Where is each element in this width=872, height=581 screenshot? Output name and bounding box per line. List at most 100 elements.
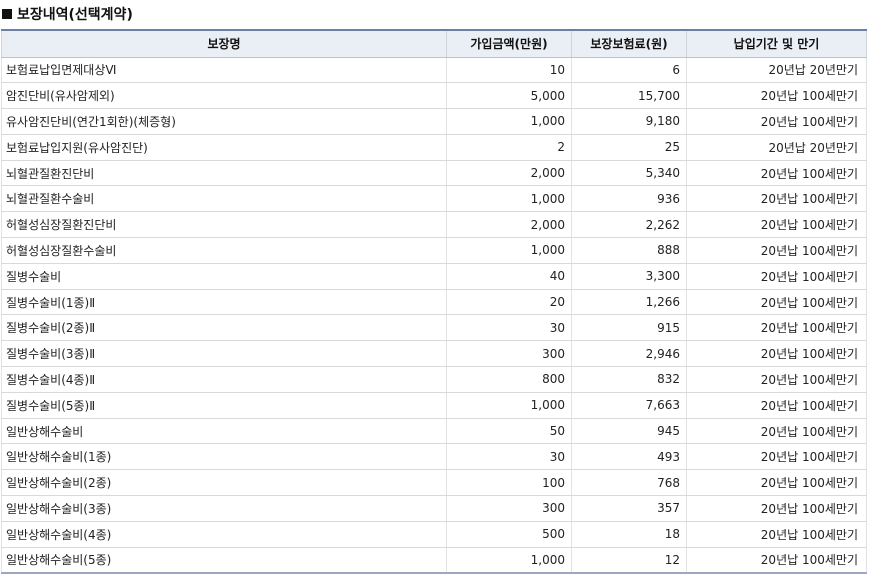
cell-premium: 2,262	[571, 211, 687, 239]
table-row: 암진단비(유사암제외) 5,000 15,700 20년납 100세만기	[1, 82, 867, 110]
cell-premium: 915	[571, 314, 687, 342]
cell-premium: 15,700	[571, 82, 687, 110]
cell-payment-term: 20년납 100세만기	[686, 366, 867, 393]
cell-premium: 12	[571, 547, 687, 574]
cell-premium: 7,663	[571, 392, 687, 419]
cell-premium: 9,180	[571, 108, 687, 135]
table-row: 질병수술비(2종)Ⅱ 30 915 20년납 100세만기	[1, 314, 867, 342]
cell-payment-term: 20년납 20년만기	[686, 134, 867, 161]
cell-insured-amount: 500	[446, 521, 572, 548]
cell-premium: 357	[571, 495, 687, 522]
cell-coverage-name: 질병수술비(1종)Ⅱ	[1, 289, 447, 316]
cell-coverage-name: 일반상해수술비(4종)	[1, 521, 447, 548]
table-row: 일반상해수술비(4종) 500 18 20년납 100세만기	[1, 521, 867, 548]
cell-premium: 945	[571, 418, 687, 445]
cell-premium: 5,340	[571, 160, 687, 187]
cell-insured-amount: 2,000	[446, 160, 572, 187]
cell-coverage-name: 질병수술비	[1, 263, 447, 290]
cell-payment-term: 20년납 100세만기	[686, 469, 867, 497]
cell-insured-amount: 1,000	[446, 547, 572, 574]
cell-payment-term: 20년납 100세만기	[686, 82, 867, 110]
table-row: 보험료납입지원(유사암진단) 2 25 20년납 20년만기	[1, 134, 867, 161]
table-row: 일반상해수술비 50 945 20년납 100세만기	[1, 418, 867, 445]
cell-payment-term: 20년납 100세만기	[686, 263, 867, 290]
cell-coverage-name: 뇌혈관질환수술비	[1, 185, 447, 213]
header-payment-term: 납입기간 및 만기	[686, 29, 867, 58]
cell-coverage-name: 일반상해수술비(1종)	[1, 443, 447, 471]
cell-payment-term: 20년납 100세만기	[686, 314, 867, 342]
cell-insured-amount: 1,000	[446, 392, 572, 419]
cell-insured-amount: 10	[446, 57, 572, 84]
cell-payment-term: 20년납 100세만기	[686, 392, 867, 419]
table-row: 질병수술비(1종)Ⅱ 20 1,266 20년납 100세만기	[1, 289, 867, 316]
cell-premium: 1,266	[571, 289, 687, 316]
table-row: 뇌혈관질환수술비 1,000 936 20년납 100세만기	[1, 185, 867, 213]
cell-coverage-name: 허혈성심장질환진단비	[1, 211, 447, 239]
cell-premium: 25	[571, 134, 687, 161]
cell-coverage-name: 일반상해수술비(5종)	[1, 547, 447, 574]
cell-insured-amount: 2,000	[446, 211, 572, 239]
cell-premium: 936	[571, 185, 687, 213]
cell-insured-amount: 30	[446, 314, 572, 342]
cell-insured-amount: 20	[446, 289, 572, 316]
cell-insured-amount: 300	[446, 340, 572, 368]
cell-insured-amount: 50	[446, 418, 572, 445]
table-row: 일반상해수술비(3종) 300 357 20년납 100세만기	[1, 495, 867, 522]
header-coverage-name: 보장명	[1, 29, 447, 58]
table-row: 질병수술비(3종)Ⅱ 300 2,946 20년납 100세만기	[1, 340, 867, 368]
cell-premium: 832	[571, 366, 687, 393]
cell-payment-term: 20년납 100세만기	[686, 108, 867, 135]
cell-coverage-name: 보험료납입지원(유사암진단)	[1, 134, 447, 161]
cell-premium: 2,946	[571, 340, 687, 368]
cell-payment-term: 20년납 100세만기	[686, 443, 867, 471]
cell-insured-amount: 800	[446, 366, 572, 393]
cell-payment-term: 20년납 20년만기	[686, 57, 867, 84]
cell-insured-amount: 1,000	[446, 185, 572, 213]
cell-coverage-name: 질병수술비(5종)Ⅱ	[1, 392, 447, 419]
cell-coverage-name: 허혈성심장질환수술비	[1, 237, 447, 264]
cell-insured-amount: 1,000	[446, 237, 572, 264]
coverage-table: 보장명 가입금액(만원) 보장보험료(원) 납입기간 및 만기 보험료납입면제대…	[1, 29, 867, 574]
table-row: 일반상해수술비(1종) 30 493 20년납 100세만기	[1, 443, 867, 471]
cell-insured-amount: 300	[446, 495, 572, 522]
table-row: 일반상해수술비(5종) 1,000 12 20년납 100세만기	[1, 547, 867, 574]
cell-payment-term: 20년납 100세만기	[686, 160, 867, 187]
cell-payment-term: 20년납 100세만기	[686, 237, 867, 264]
cell-premium: 768	[571, 469, 687, 497]
cell-coverage-name: 일반상해수술비(3종)	[1, 495, 447, 522]
cell-payment-term: 20년납 100세만기	[686, 185, 867, 213]
cell-insured-amount: 1,000	[446, 108, 572, 135]
cell-payment-term: 20년납 100세만기	[686, 340, 867, 368]
cell-coverage-name: 보험료납입면제대상Ⅵ	[1, 57, 447, 84]
cell-coverage-name: 일반상해수술비	[1, 418, 447, 445]
table-body: 보험료납입면제대상Ⅵ 10 6 20년납 20년만기 암진단비(유사암제외) 5,000 1…	[1, 57, 867, 574]
cell-coverage-name: 질병수술비(2종)Ⅱ	[1, 314, 447, 342]
cell-insured-amount: 100	[446, 469, 572, 497]
cell-payment-term: 20년납 100세만기	[686, 521, 867, 548]
header-insured-amount: 가입금액(만원)	[446, 29, 572, 58]
table-row: 뇌혈관질환진단비 2,000 5,340 20년납 100세만기	[1, 160, 867, 187]
cell-payment-term: 20년납 100세만기	[686, 289, 867, 316]
cell-coverage-name: 질병수술비(4종)Ⅱ	[1, 366, 447, 393]
cell-insured-amount: 30	[446, 443, 572, 471]
cell-coverage-name: 암진단비(유사암제외)	[1, 82, 447, 110]
table-row: 허혈성심장질환수술비 1,000 888 20년납 100세만기	[1, 237, 867, 264]
cell-premium: 493	[571, 443, 687, 471]
table-row: 질병수술비 40 3,300 20년납 100세만기	[1, 263, 867, 290]
cell-insured-amount: 5,000	[446, 82, 572, 110]
cell-insured-amount: 40	[446, 263, 572, 290]
table-row: 질병수술비(5종)Ⅱ 1,000 7,663 20년납 100세만기	[1, 392, 867, 419]
cell-premium: 6	[571, 57, 687, 84]
table-row: 일반상해수술비(2종) 100 768 20년납 100세만기	[1, 469, 867, 497]
cell-payment-term: 20년납 100세만기	[686, 211, 867, 239]
cell-payment-term: 20년납 100세만기	[686, 418, 867, 445]
square-bullet-icon	[2, 9, 12, 19]
cell-premium: 3,300	[571, 263, 687, 290]
table-row: 허혈성심장질환진단비 2,000 2,262 20년납 100세만기	[1, 211, 867, 239]
cell-premium: 888	[571, 237, 687, 264]
table-header-row: 보장명 가입금액(만원) 보장보험료(원) 납입기간 및 만기	[1, 29, 867, 58]
section-title-text: 보장내역(선택계약)	[17, 7, 133, 23]
cell-payment-term: 20년납 100세만기	[686, 495, 867, 522]
table-row: 유사암진단비(연간1회한)(체증형) 1,000 9,180 20년납 100세만기	[1, 108, 867, 135]
table-row: 보험료납입면제대상Ⅵ 10 6 20년납 20년만기	[1, 57, 867, 84]
